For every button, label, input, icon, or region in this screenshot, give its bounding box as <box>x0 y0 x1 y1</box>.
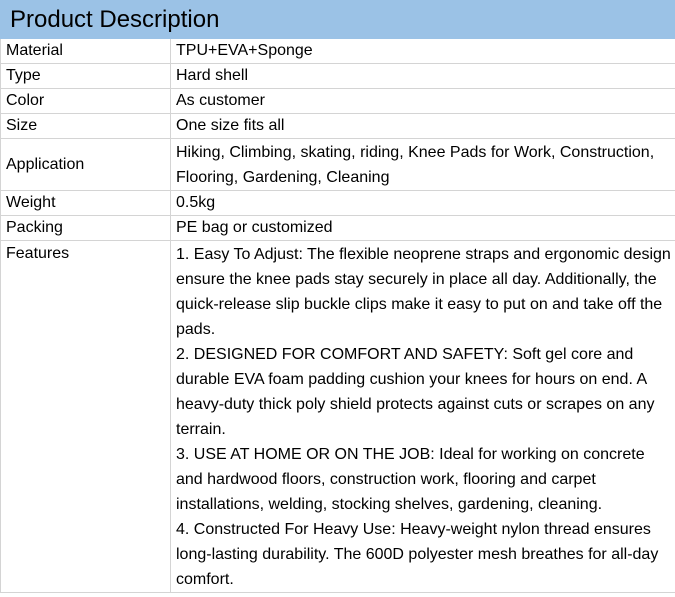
cell-label-features[interactable]: Features <box>0 240 171 593</box>
table-row-color: Color As customer <box>0 88 675 114</box>
feature-item-1: 1. Easy To Adjust: The flexible neoprene… <box>176 246 671 338</box>
feature-item-4: 4. Constructed For Heavy Use: Heavy-weig… <box>176 521 659 588</box>
cell-label-material[interactable]: Material <box>0 38 171 64</box>
feature-item-3: 3. USE AT HOME OR ON THE JOB: Ideal for … <box>176 446 645 513</box>
table-row-weight: Weight 0.5kg <box>0 190 675 216</box>
product-description-table: Product Description Material TPU+EVA+Spo… <box>0 0 675 593</box>
table-row-size: Size One size fits all <box>0 113 675 139</box>
cell-value-features[interactable]: 1. Easy To Adjust: The flexible neoprene… <box>170 240 675 593</box>
table-title[interactable]: Product Description <box>0 0 675 39</box>
cell-value-color[interactable]: As customer <box>170 88 675 114</box>
table-row-features: Features 1. Easy To Adjust: The flexible… <box>0 240 675 593</box>
cell-label-size[interactable]: Size <box>0 113 171 139</box>
feature-item-2: 2. DESIGNED FOR COMFORT AND SAFETY: Soft… <box>176 346 655 438</box>
cell-value-material[interactable]: TPU+EVA+Sponge <box>170 38 675 64</box>
header-row: Product Description <box>0 0 675 39</box>
cell-label-color[interactable]: Color <box>0 88 171 114</box>
table-row-packing: Packing PE bag or customized <box>0 215 675 241</box>
cell-label-packing[interactable]: Packing <box>0 215 171 241</box>
cell-label-weight[interactable]: Weight <box>0 190 171 216</box>
cell-label-type[interactable]: Type <box>0 63 171 89</box>
table-row-type: Type Hard shell <box>0 63 675 89</box>
cell-value-size[interactable]: One size fits all <box>170 113 675 139</box>
cell-label-application[interactable]: Application <box>0 138 171 191</box>
cell-value-weight[interactable]: 0.5kg <box>170 190 675 216</box>
cell-value-packing[interactable]: PE bag or customized <box>170 215 675 241</box>
table-row-application: Application Hiking, Climbing, skating, r… <box>0 138 675 191</box>
spreadsheet-sheet: Product Description Material TPU+EVA+Spo… <box>0 0 675 597</box>
table-row-material: Material TPU+EVA+Sponge <box>0 38 675 64</box>
cell-value-application[interactable]: Hiking, Climbing, skating, riding, Knee … <box>170 138 675 191</box>
cell-value-type[interactable]: Hard shell <box>170 63 675 89</box>
